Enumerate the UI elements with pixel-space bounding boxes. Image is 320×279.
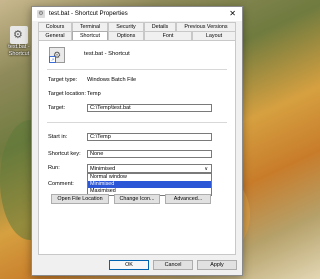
change-icon-button[interactable]: Change Icon... xyxy=(114,194,160,204)
tab-layout[interactable]: Layout xyxy=(192,31,236,40)
cancel-button[interactable]: Cancel xyxy=(153,260,193,270)
target-label: Target: xyxy=(48,105,66,111)
tab-font[interactable]: Font xyxy=(144,31,192,40)
tab-row-2: General Shortcut Options Font Layout xyxy=(38,31,236,41)
target-type-value: Windows Batch File xyxy=(87,77,137,83)
open-file-location-button[interactable]: Open File Location xyxy=(51,194,109,204)
shortcut-key-label: Shortcut key: xyxy=(48,151,81,157)
desktop-icon-label: test.bat - Shortcut xyxy=(8,44,30,57)
shortcut-key-field[interactable]: None xyxy=(87,150,212,158)
comment-label: Comment: xyxy=(48,181,74,187)
tab-colours[interactable]: Colours xyxy=(38,22,72,31)
properties-dialog: ⚙ test.bat - Shortcut Properties ✕ Colou… xyxy=(31,6,243,276)
ok-button[interactable]: OK xyxy=(109,260,149,270)
run-label: Run: xyxy=(48,165,60,171)
shortcut-arrow-icon: ↗ xyxy=(49,56,56,63)
tab-row-1: Colours Terminal Security Details Previo… xyxy=(38,22,236,31)
start-in-field[interactable]: C:\Temp xyxy=(87,133,212,141)
close-icon[interactable]: ✕ xyxy=(229,9,236,18)
tab-terminal[interactable]: Terminal xyxy=(72,22,108,31)
run-select[interactable]: Minimised ∨ xyxy=(87,164,212,173)
gear-icon: ⚙ xyxy=(37,10,45,18)
tab-security[interactable]: Security xyxy=(108,22,144,31)
desktop-shortcut-icon[interactable]: ⚙ test.bat - Shortcut xyxy=(4,26,34,57)
run-option-normal[interactable]: Normal window xyxy=(88,174,211,181)
divider xyxy=(47,122,227,123)
target-type-label: Target type: xyxy=(48,77,78,83)
start-in-label: Start in: xyxy=(48,134,68,140)
shortcut-name: test.bat - Shortcut xyxy=(84,51,130,57)
tab-previous-versions[interactable]: Previous Versions xyxy=(176,22,236,31)
target-location-value: Temp xyxy=(87,91,101,97)
run-dropdown-list: Normal window Minimised Maximised xyxy=(87,173,212,196)
chevron-down-icon: ∨ xyxy=(204,166,208,172)
run-select-value: Minimised xyxy=(90,166,116,172)
tab-general[interactable]: General xyxy=(38,31,72,40)
apply-button[interactable]: Apply xyxy=(197,260,237,270)
tab-options[interactable]: Options xyxy=(108,31,144,40)
tab-details[interactable]: Details xyxy=(144,22,176,31)
title-bar: ⚙ test.bat - Shortcut Properties ✕ xyxy=(32,7,242,21)
window-title: test.bat - Shortcut Properties xyxy=(49,10,128,17)
target-location-label: Target location: xyxy=(48,91,86,97)
advanced-button[interactable]: Advanced... xyxy=(165,194,211,204)
divider xyxy=(47,69,227,70)
shortcut-tab-panel: ⚙ ↗ test.bat - Shortcut Target type: Win… xyxy=(38,40,236,255)
target-field[interactable]: C:\Temp\test.bat xyxy=(87,104,212,112)
run-option-minimised[interactable]: Minimised xyxy=(88,181,211,188)
gear-icon: ⚙ xyxy=(10,26,28,44)
